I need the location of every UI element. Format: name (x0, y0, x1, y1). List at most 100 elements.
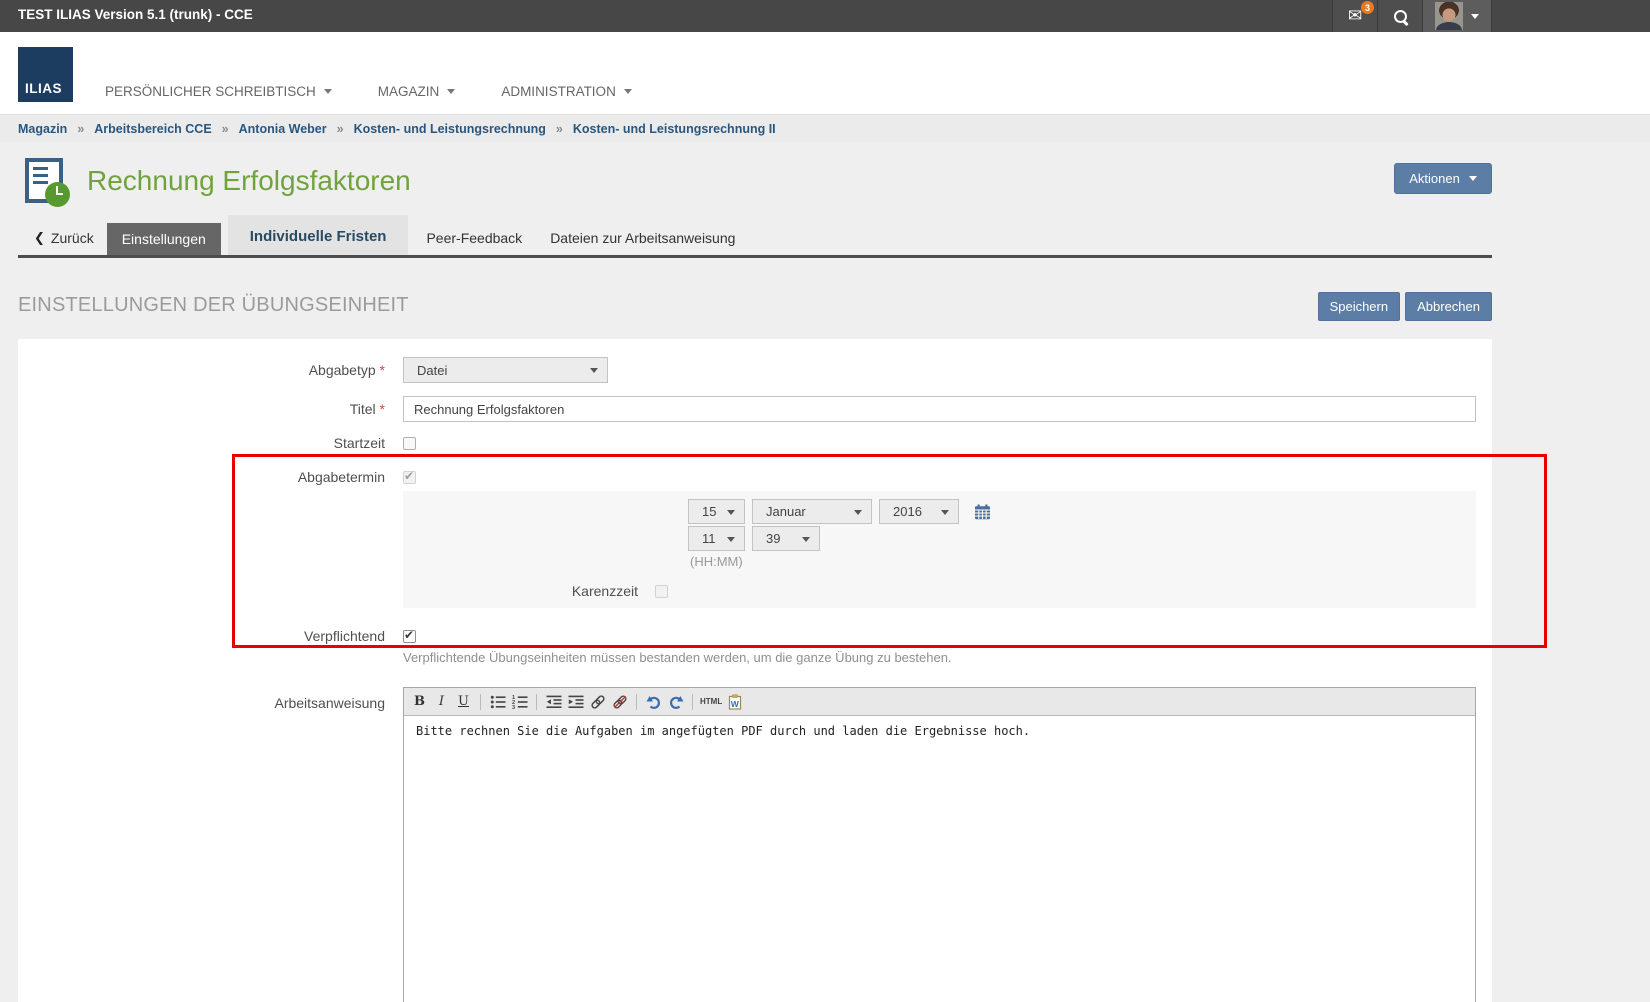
editor-toolbar: B I U 1 2 (404, 688, 1475, 716)
required-asterisk: * (380, 401, 385, 417)
editor-content[interactable]: Bitte rechnen Sie die Aufgaben im angefü… (404, 716, 1475, 1002)
undo-icon (646, 694, 662, 710)
header-band: ILIAS PERSÖNLICHER SCHREIBTISCH MAGAZIN … (0, 32, 1650, 114)
user-menu-button[interactable] (1422, 0, 1492, 32)
form-row-titel: Titel * (18, 396, 1492, 422)
nav-administration[interactable]: ADMINISTRATION (501, 84, 632, 99)
back-label: Zurück (51, 230, 94, 246)
paste-word-button[interactable]: W (725, 692, 744, 712)
minute-select[interactable]: 39 (752, 526, 820, 551)
year-select[interactable]: 2016 (879, 499, 959, 524)
tab-peer-feedback[interactable]: Peer-Feedback (412, 230, 536, 255)
undo-button[interactable] (644, 692, 663, 712)
svg-text:W: W (731, 699, 740, 709)
numbered-list-icon: 1 2 3 (512, 694, 528, 710)
ordered-list-button[interactable]: 1 2 3 (510, 692, 529, 712)
redo-button[interactable] (666, 692, 685, 712)
html-source-button[interactable]: HTML (700, 692, 722, 712)
tab-bar: ❮ Zurück Einstellungen Individuelle Fris… (18, 212, 1492, 258)
italic-button[interactable]: I (432, 692, 451, 712)
check-icon: ✔ (404, 469, 414, 483)
link-button[interactable] (588, 692, 607, 712)
abgabetyp-select[interactable]: Datei (403, 357, 608, 383)
breadcrumb-separator: » (337, 122, 344, 136)
breadcrumb-separator: » (222, 122, 229, 136)
installation-title: TEST ILIAS Version 5.1 (trunk) - CCE (18, 7, 253, 22)
toolbar-separator (536, 694, 537, 710)
svg-text:3: 3 (512, 705, 515, 710)
tab-individuelle-fristen[interactable]: Individuelle Fristen (228, 215, 409, 255)
form-row-abgabetermin: Abgabetermin ✔ (18, 469, 1492, 485)
cancel-button[interactable]: Abbrechen (1405, 292, 1492, 321)
arbeitsanweisung-label: Arbeitsanweisung (18, 687, 385, 711)
back-link[interactable]: ❮ Zurück (18, 230, 107, 255)
abgabetermin-label: Abgabetermin (18, 469, 385, 485)
breadcrumb-link[interactable]: Kosten- und Leistungsrechnung (354, 122, 546, 136)
required-asterisk: * (380, 362, 385, 378)
tab-einstellungen[interactable]: Einstellungen (107, 223, 221, 255)
chevron-down-icon (447, 89, 455, 94)
actions-button[interactable]: Aktionen (1394, 163, 1492, 194)
mail-button[interactable]: ✉ 3 (1332, 0, 1377, 32)
breadcrumb-separator: » (77, 122, 84, 136)
day-select[interactable]: 15 (688, 499, 745, 524)
form-row-verpflichtend: Verpflichtend ✔ (18, 628, 1492, 644)
toolbar-separator (692, 694, 693, 710)
breadcrumb-link[interactable]: Arbeitsbereich CCE (94, 122, 211, 136)
chevron-down-icon (727, 537, 735, 542)
search-icon (1394, 10, 1407, 23)
calendar-icon (974, 504, 991, 520)
mail-icon: ✉ (1348, 8, 1362, 25)
underline-button[interactable]: U (454, 692, 473, 712)
mail-badge: 3 (1361, 1, 1374, 14)
chevron-down-icon (802, 537, 810, 542)
bold-button[interactable]: B (410, 692, 429, 712)
search-button[interactable] (1377, 0, 1422, 32)
content-area: Rechnung Erfolgsfaktoren Aktionen ❮ Zurü… (0, 142, 1650, 1002)
indent-button[interactable] (566, 692, 585, 712)
form-buttons: Speichern Abbrechen (1318, 292, 1492, 321)
form-row-karenzzeit: Karenzzeit (403, 583, 1476, 599)
breadcrumb-link[interactable]: Magazin (18, 122, 67, 136)
actions-label: Aktionen (1409, 171, 1460, 186)
chevron-down-icon (1469, 176, 1477, 181)
month-select[interactable]: Januar (752, 499, 872, 524)
nav-magazin[interactable]: MAGAZIN (378, 84, 456, 99)
page-title-row: Rechnung Erfolgsfaktoren Aktionen (18, 158, 1492, 212)
form-row-startzeit: Startzeit (18, 435, 1492, 451)
titel-input[interactable] (403, 396, 1476, 422)
document-lines (33, 167, 48, 170)
titel-label: Titel * (18, 401, 385, 417)
tab-dateien-zur-arbeitsanweisung[interactable]: Dateien zur Arbeitsanweisung (536, 230, 749, 255)
rich-text-editor: B I U 1 2 (403, 687, 1476, 1002)
main-nav: PERSÖNLICHER SCHREIBTISCH MAGAZIN ADMINI… (105, 84, 632, 99)
check-icon: ✔ (404, 628, 414, 642)
chevron-down-icon (590, 368, 598, 373)
unordered-list-button[interactable] (488, 692, 507, 712)
link-icon (590, 694, 606, 710)
chevron-down-icon (1471, 14, 1479, 19)
nav-persoenlicher-schreibtisch[interactable]: PERSÖNLICHER SCHREIBTISCH (105, 84, 332, 99)
outdent-button[interactable] (544, 692, 563, 712)
chevron-left-icon: ❮ (34, 231, 45, 246)
chevron-down-icon (624, 89, 632, 94)
top-bar: TEST ILIAS Version 5.1 (trunk) - CCE ✉ 3 (0, 0, 1650, 32)
redo-icon (668, 694, 684, 710)
calendar-button[interactable] (974, 504, 991, 520)
abgabetyp-value: Datei (417, 363, 447, 378)
breadcrumb-link[interactable]: Kosten- und Leistungsrechnung II (573, 122, 776, 136)
time-row: 11 39 (688, 526, 1476, 551)
hour-select[interactable]: 11 (688, 526, 745, 551)
section-title: EINSTELLUNGEN DER ÜBUNGSEINHEIT (18, 294, 409, 316)
toolbar-separator (480, 694, 481, 710)
ilias-logo[interactable]: ILIAS (18, 47, 73, 102)
unlink-button[interactable] (610, 692, 629, 712)
verpflichtend-checkbox[interactable]: ✔ (403, 630, 416, 643)
breadcrumb-link[interactable]: Antonia Weber (239, 122, 327, 136)
nav-label: PERSÖNLICHER SCHREIBTISCH (105, 84, 316, 99)
save-button[interactable]: Speichern (1318, 292, 1401, 321)
form-row-arbeitsanweisung: Arbeitsanweisung B I U (18, 687, 1492, 1002)
abgabetermin-checkbox[interactable]: ✔ (403, 471, 416, 484)
karenzzeit-checkbox[interactable] (655, 585, 668, 598)
startzeit-checkbox[interactable] (403, 437, 416, 450)
